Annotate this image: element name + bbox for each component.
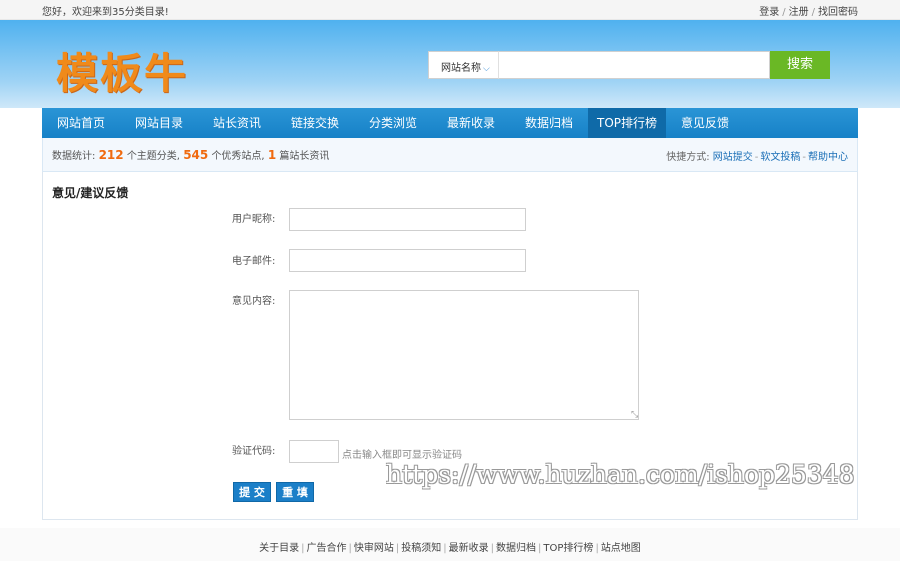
nav-item-directory[interactable]: 网站目录 <box>120 108 198 138</box>
reset-button[interactable]: 重 填 <box>276 482 314 502</box>
footer-link-about[interactable]: 关于目录 <box>259 543 299 554</box>
stats-bar: 数据统计: 212 个主题分类, 545 个优秀站点, 1 篇站长资讯 快捷方式… <box>42 138 858 172</box>
watermark-text: https://www.huzhan.com/ishop25348 <box>386 460 855 489</box>
separator: - <box>802 152 806 163</box>
submit-button[interactable]: 提 交 <box>233 482 271 502</box>
sites-text: 个优秀站点, <box>211 151 265 162</box>
search-type-select[interactable]: 网站名称 ⌵ <box>428 51 498 79</box>
separator: - <box>754 152 759 163</box>
nav-item-archive[interactable]: 数据归档 <box>510 108 588 138</box>
separator: / <box>811 7 815 18</box>
articles-count: 1 <box>267 148 277 162</box>
nav-item-news[interactable]: 站长资讯 <box>198 108 276 138</box>
footer-link-guidelines[interactable]: 投稿须知 <box>401 543 441 554</box>
top-bar: 您好，欢迎来到35分类目录! 登录 / 注册 / 找回密码 <box>0 0 900 20</box>
footer-link-archive[interactable]: 数据归档 <box>496 543 536 554</box>
content-label: 意见内容: <box>232 296 276 307</box>
account-links: 登录 / 注册 / 找回密码 <box>759 3 858 18</box>
email-field[interactable] <box>289 249 526 272</box>
nav-item-categories[interactable]: 分类浏览 <box>354 108 432 138</box>
footer-links: 关于目录 | 广告合作 | 快审网站 | 投稿须知 | 最新收录 | 数据归档 | TOP排行榜 | 站点地… <box>0 539 900 554</box>
separator: | <box>595 543 599 554</box>
search-input[interactable] <box>498 51 770 79</box>
articles-text: 篇站长资讯 <box>279 151 330 162</box>
nickname-field[interactable] <box>289 208 526 231</box>
separator: | <box>348 543 352 554</box>
footer-link-ads[interactable]: 广告合作 <box>307 543 347 554</box>
site-stats: 数据统计: 212 个主题分类, 545 个优秀站点, 1 篇站长资讯 <box>52 147 329 162</box>
separator: / <box>782 7 786 18</box>
nav-item-feedback[interactable]: 意见反馈 <box>666 108 744 138</box>
separator: | <box>490 543 495 554</box>
footer-link-top-ranking[interactable]: TOP排行榜 <box>543 543 593 554</box>
separator: | <box>395 543 400 554</box>
stats-prefix: 数据统计: <box>52 151 96 162</box>
email-label: 电子邮件: <box>232 256 276 267</box>
footer: 关于目录 | 广告合作 | 快审网站 | 投稿须知 | 最新收录 | 数据归档 | TOP排行榜 | 站点地… <box>0 528 900 561</box>
shortcuts: 快捷方式: 网站提交 - 软文投稿 - 帮助中心 <box>666 148 848 163</box>
categories-text: 个主题分类, <box>126 151 180 162</box>
search-button[interactable]: 搜索 <box>770 51 830 79</box>
content-textarea[interactable] <box>289 290 639 420</box>
shortcut-help[interactable]: 帮助中心 <box>808 152 848 163</box>
page-title: 意见/建议反馈 <box>52 186 129 200</box>
shortcut-submit-article[interactable]: 软文投稿 <box>760 152 800 163</box>
separator: | <box>301 543 305 554</box>
register-link[interactable]: 注册 <box>789 7 809 18</box>
shortcuts-label: 快捷方式: <box>666 152 710 163</box>
footer-link-sitemap[interactable]: 站点地图 <box>601 543 641 554</box>
separator: | <box>538 543 542 554</box>
sites-count: 545 <box>183 148 209 162</box>
site-logo[interactable]: 模板牛 <box>56 40 188 101</box>
main-nav: 网站首页 网站目录 站长资讯 链接交换 分类浏览 最新收录 数据归档 TOP排行… <box>42 108 858 138</box>
footer-link-fast-review[interactable]: 快审网站 <box>354 543 394 554</box>
welcome-text: 您好，欢迎来到35分类目录! <box>42 7 169 18</box>
footer-link-latest[interactable]: 最新收录 <box>449 543 489 554</box>
captcha-hint: 点击输入框即可显示验证码 <box>342 450 462 461</box>
nickname-label: 用户昵称: <box>232 214 276 225</box>
search-bar: 网站名称 ⌵ 搜索 <box>428 51 830 79</box>
nav-item-top-ranking[interactable]: TOP排行榜 <box>588 108 666 138</box>
site-header: 模板牛 网站名称 ⌵ 搜索 <box>0 20 900 108</box>
shortcut-submit-site[interactable]: 网站提交 <box>713 152 753 163</box>
separator: | <box>443 543 447 554</box>
search-type-value: 网站名称 <box>441 63 481 74</box>
resize-handle-icon[interactable]: ⤡ <box>631 410 638 420</box>
captcha-label: 验证代码: <box>232 446 276 457</box>
nav-item-home[interactable]: 网站首页 <box>42 108 120 138</box>
nav-item-latest[interactable]: 最新收录 <box>432 108 510 138</box>
captcha-field[interactable] <box>289 440 339 463</box>
categories-count: 212 <box>98 148 124 162</box>
login-link[interactable]: 登录 <box>759 7 779 18</box>
chevron-down-icon: ⌵ <box>483 64 490 74</box>
find-password-link[interactable]: 找回密码 <box>818 7 858 18</box>
nav-item-link-exchange[interactable]: 链接交换 <box>276 108 354 138</box>
